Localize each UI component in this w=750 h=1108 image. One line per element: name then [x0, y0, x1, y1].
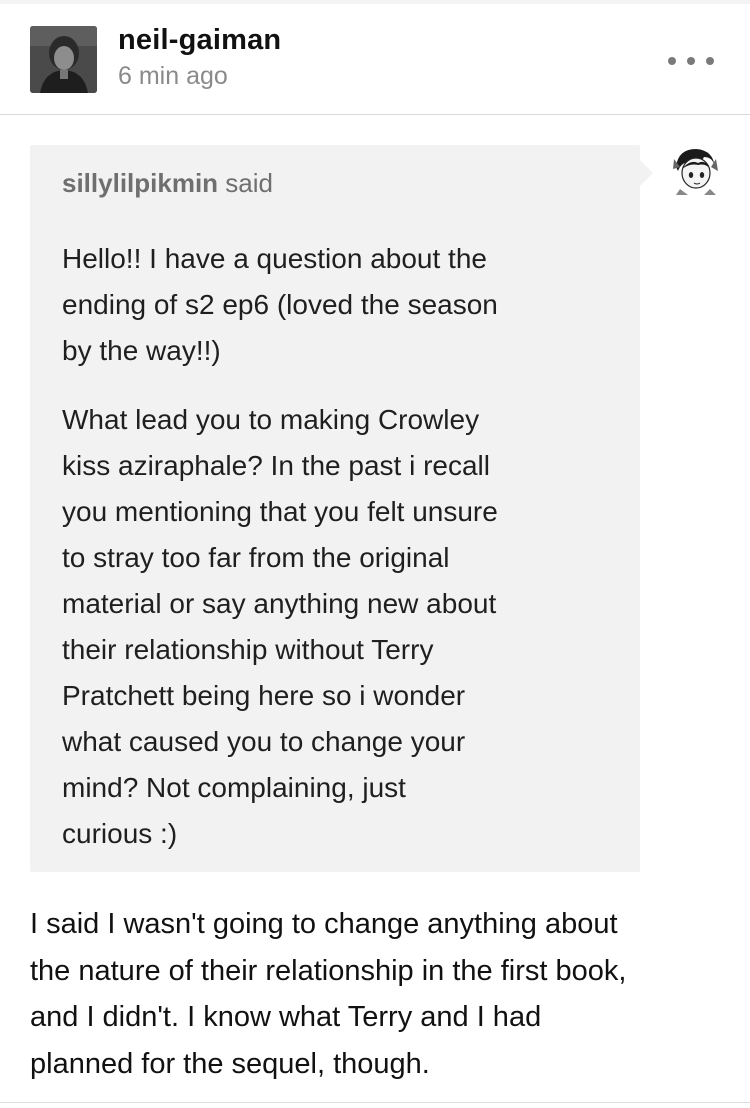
author-username[interactable]: neil-gaiman	[118, 24, 281, 57]
ask-line: their relationship without Terry	[62, 634, 434, 665]
answer-line: I said I wasn't going to change anything…	[30, 908, 618, 940]
ask-line: curious :)	[62, 818, 178, 849]
post-timestamp: 6 min ago	[118, 62, 228, 90]
ask-line: mind? Not complaining, just	[62, 772, 406, 803]
post-header: neil-gaiman 6 min ago	[0, 4, 750, 115]
more-dot-icon	[668, 57, 676, 65]
answer-line: the nature of their relationship in the …	[30, 954, 627, 987]
answer-line: planned for the sequel, though.	[30, 1047, 430, 1080]
ask-line: material or say anything new about	[62, 588, 497, 619]
more-dot-icon	[687, 57, 695, 65]
answer-text: I said I wasn't going to change anything…	[30, 901, 730, 1087]
answer-line: and I didn't. I know what Terry and I ha…	[30, 1001, 542, 1033]
bottom-divider	[0, 1102, 750, 1103]
ask-line: kiss aziraphale? In the past i recall	[62, 450, 490, 481]
author-avatar[interactable]	[30, 26, 97, 93]
tumblr-post: neil-gaiman 6 min ago sillylilpikmin sai…	[0, 0, 750, 1108]
ask-line: by the way!!)	[62, 335, 221, 366]
ask-line: Pratchett being here so i wonder	[62, 680, 466, 711]
asker-avatar[interactable]	[670, 145, 720, 195]
more-options-button[interactable]	[668, 44, 714, 78]
ask-line: you mentioning that you felt unsure	[62, 496, 498, 527]
ask-line: to stray too far from the original	[62, 542, 450, 573]
ask-line: What lead you to making Crowley	[62, 404, 480, 435]
ask-paragraph: Hello!! I have a question about the endi…	[62, 236, 622, 374]
ask-bubble-tail	[640, 160, 653, 186]
asker-avatar-image-icon	[670, 145, 720, 195]
asker-username[interactable]: sillylilpikmin	[62, 168, 218, 198]
ask-paragraph: What lead you to making Crowley kiss azi…	[62, 397, 622, 857]
more-dot-icon	[706, 57, 714, 65]
ask-line: Hello!! I have a question about the	[62, 243, 487, 274]
ask-line: ending of s2 ep6 (loved the season	[62, 289, 498, 320]
ask-line: what caused you to change your	[62, 726, 466, 757]
author-avatar-photo-icon	[30, 26, 97, 93]
asker-attribution: sillylilpikmin said	[62, 168, 273, 199]
said-label: said	[225, 168, 273, 198]
